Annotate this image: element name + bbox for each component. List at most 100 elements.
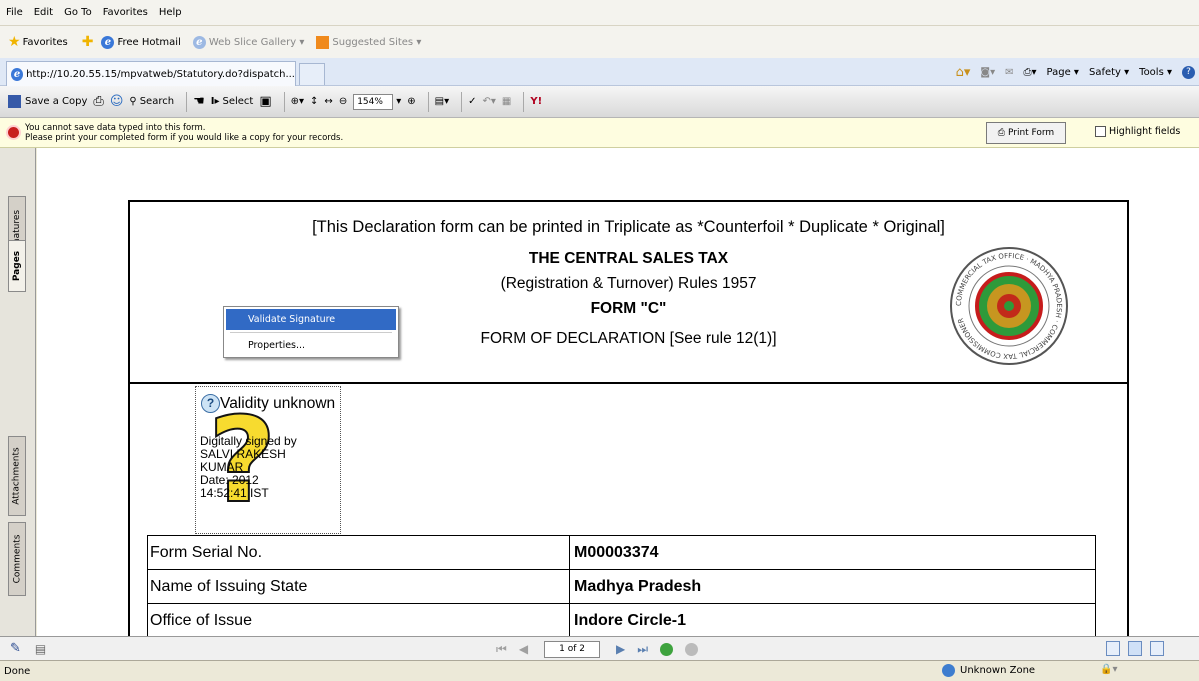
tab-title: http://10.20.55.15/mpvatweb/Statutory.do…: [26, 68, 295, 80]
add-favorite-icon[interactable]: ✚: [82, 35, 94, 49]
search-button[interactable]: ⚲ Search: [129, 96, 174, 107]
menu-edit[interactable]: Edit: [34, 7, 53, 18]
floppy-icon: [8, 95, 21, 108]
protected-mode-icon[interactable]: 🔒▾: [1100, 664, 1117, 675]
row-value: M00003374: [569, 535, 1096, 570]
print-icon[interactable]: ⎙▾: [1024, 67, 1037, 78]
options-icon[interactable]: ▤: [35, 642, 46, 656]
fav-link-webslice[interactable]: Web Slice Gallery ▾: [209, 37, 305, 48]
ie-icon: e: [192, 35, 206, 49]
facing-pages-icon[interactable]: [1150, 641, 1164, 656]
email-icon[interactable]: ☺: [110, 94, 124, 109]
save-copy-button[interactable]: Save a Copy: [8, 95, 87, 108]
export-icon[interactable]: ▤▾: [435, 96, 449, 107]
form-notice-bar: You cannot save data typed into this for…: [0, 118, 1199, 148]
print-form-button[interactable]: ⎙ Print Form: [986, 122, 1066, 144]
read-mail-icon[interactable]: ✉: [1005, 67, 1013, 78]
binoculars-icon: ⚲: [129, 96, 137, 107]
last-page-icon[interactable]: ⏭: [637, 642, 648, 657]
toolbar-separator: [283, 91, 285, 112]
next-page-icon[interactable]: ▶: [616, 642, 625, 656]
fav-link-suggested[interactable]: Suggested Sites ▾: [332, 37, 421, 48]
command-bar: ⌂▾ ◙▾ ✉ ⎙▾ Page ▾ Safety ▾ Tools ▾ ?: [946, 58, 1195, 86]
favorites-star-icon[interactable]: ★: [8, 35, 21, 49]
menu-properties[interactable]: Properties...: [226, 335, 396, 356]
help-icon[interactable]: ?: [1182, 65, 1195, 79]
document-view[interactable]: [This Declaration form can be printed in…: [37, 148, 1199, 636]
row-label: Name of Issuing State: [147, 569, 570, 604]
fit-width-icon[interactable]: ↔: [324, 96, 332, 107]
signature-context-menu: Validate Signature Properties...: [223, 306, 399, 358]
tab-attachments[interactable]: Attachments: [8, 436, 26, 516]
signature-unknown-icon: ?: [201, 394, 220, 413]
suggested-sites-icon: [316, 35, 330, 49]
tab-bar: e http://10.20.55.15/mpvatweb/Statutory.…: [0, 58, 1199, 86]
zoom-level-input[interactable]: 154%: [353, 93, 394, 110]
ie-icon: e: [101, 35, 115, 49]
globe-icon: [942, 664, 955, 677]
commercial-tax-seal-icon: COMMERCIAL TAX OFFICE · MADHYA PRADESH ·…: [950, 247, 1068, 365]
toolbar-separator: [427, 91, 429, 112]
zoom-plus-icon[interactable]: ⊕: [407, 96, 415, 107]
menu-goto[interactable]: Go To: [64, 7, 92, 18]
menu-bar: File Edit Go To Favorites Help: [0, 0, 1199, 26]
spellcheck-icon[interactable]: ✓: [468, 96, 476, 107]
browser-tab[interactable]: e http://10.20.55.15/mpvatweb/Statutory.…: [6, 61, 296, 86]
print-icon[interactable]: ⎙: [93, 94, 103, 109]
notice-message: You cannot save data typed into this for…: [25, 122, 344, 143]
no-save-icon: [6, 125, 21, 140]
zoom-in-icon[interactable]: ⊕▾: [291, 96, 304, 107]
status-text: Done: [4, 665, 31, 677]
tools-menu[interactable]: Tools ▾: [1139, 67, 1172, 78]
toolbar-separator: [461, 91, 463, 112]
previous-page-icon[interactable]: ◀: [519, 642, 528, 656]
ie-icon: e: [11, 67, 24, 81]
new-tab-button[interactable]: [299, 63, 325, 85]
zoom-out-icon[interactable]: ⊖: [339, 96, 347, 107]
favorites-button[interactable]: Favorites: [23, 37, 68, 48]
menu-file[interactable]: File: [6, 7, 23, 18]
feeds-icon[interactable]: ◙▾: [980, 67, 995, 78]
fit-height-icon[interactable]: ↕: [310, 96, 318, 107]
undo-icon[interactable]: ↶▾: [482, 96, 495, 107]
snapshot-icon[interactable]: ▣: [259, 94, 271, 109]
yahoo-icon[interactable]: Y!: [530, 96, 542, 107]
zoom-dropdown-icon[interactable]: ▾: [396, 96, 401, 107]
row-value: Indore Circle-1: [569, 603, 1096, 636]
row-value: Madhya Pradesh: [569, 569, 1096, 604]
page-number-input[interactable]: 1 of 2: [544, 640, 601, 658]
continuous-page-icon[interactable]: [1128, 641, 1142, 656]
table-row: Form Serial No. M00003374: [147, 535, 1096, 570]
text-cursor-icon: I▸: [210, 96, 220, 107]
signature-field[interactable]: ? ? Validity unknown Digitally signed by…: [195, 386, 341, 534]
menu-validate-signature[interactable]: Validate Signature: [226, 309, 396, 330]
toolbar-separator: [186, 91, 188, 112]
checkbox-box[interactable]: [1095, 126, 1106, 137]
page-navigation-bar: ✎ ▤ ⏮ ◀ 1 of 2 ▶ ⏭: [0, 636, 1199, 660]
go-forward-icon[interactable]: [685, 642, 699, 656]
row-label: Form Serial No.: [147, 535, 570, 570]
status-bar: Done Unknown Zone 🔒▾: [0, 660, 1199, 681]
signature-details: Digitally signed by SALVI RAKESH KUMAR D…: [200, 434, 297, 500]
clipboard-icon[interactable]: ▦: [502, 96, 511, 107]
select-tool-button[interactable]: I▸ Select: [211, 96, 254, 107]
form-details-table: Form Serial No. M00003374 Name of Issuin…: [147, 535, 1096, 636]
fav-link-hotmail[interactable]: Free Hotmail: [117, 37, 180, 48]
single-page-icon[interactable]: [1106, 641, 1120, 656]
hand-tool-icon[interactable]: ☚: [193, 94, 205, 109]
tab-pages[interactable]: Pages: [8, 240, 26, 292]
highlight-fields-checkbox[interactable]: Highlight fields: [1095, 126, 1180, 137]
safety-menu[interactable]: Safety ▾: [1089, 67, 1129, 78]
page-menu[interactable]: Page ▾: [1047, 67, 1079, 78]
security-zone[interactable]: Unknown Zone: [942, 664, 1035, 677]
table-row: Office of Issue Indore Circle-1: [147, 603, 1096, 636]
edit-icon[interactable]: ✎: [10, 641, 21, 656]
tab-comments[interactable]: Comments: [8, 522, 26, 596]
menu-help[interactable]: Help: [159, 7, 182, 18]
menu-favorites[interactable]: Favorites: [103, 7, 148, 18]
go-back-icon[interactable]: [660, 642, 674, 656]
home-icon[interactable]: ⌂▾: [956, 65, 971, 80]
first-page-icon[interactable]: ⏮: [496, 642, 507, 657]
triplicate-note: [This Declaration form can be printed in…: [312, 218, 945, 236]
navigation-panel: Signatures Pages Attachments Comments: [0, 148, 36, 636]
